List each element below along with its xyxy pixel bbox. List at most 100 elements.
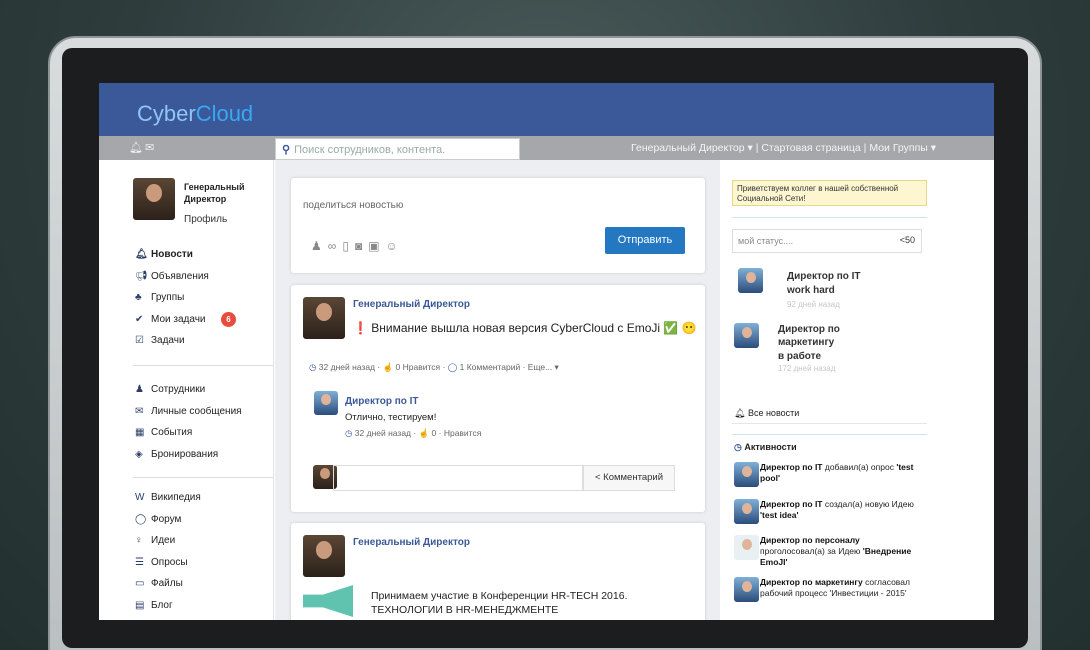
status-author[interactable]: Директор по маркетингу: [778, 323, 840, 349]
megaphone-icon: 📢︎: [135, 270, 148, 282]
menu-item-forum[interactable]: ◯ Форум: [135, 509, 201, 531]
more-dropdown[interactable]: Еще... ▾: [528, 362, 559, 372]
smiley-icon[interactable]: ☺: [386, 239, 404, 253]
status-time: 172 дней назад: [778, 364, 836, 373]
activity-avatar[interactable]: [734, 535, 759, 560]
megaphone-icon: [303, 585, 353, 617]
folder-icon: ▭: [135, 578, 145, 590]
menu-item-polls[interactable]: ☰ Опросы: [135, 552, 201, 574]
menu-item-tasks[interactable]: ☑ Задачи: [135, 330, 209, 352]
comment-input[interactable]: [333, 465, 583, 491]
comment-button[interactable]: < Комментарий: [583, 465, 675, 491]
bell-icon[interactable]: 🔔︎: [129, 141, 143, 154]
envelope-icon[interactable]: ✉: [145, 141, 154, 154]
news-feed: поделиться новостью ♟∞▯◙▣☺ Отправить Ген…: [275, 160, 720, 620]
activity-item[interactable]: Директор по IT добавил(а) опрос 'test po…: [760, 462, 920, 484]
menu-divider: [133, 477, 273, 478]
comment-author[interactable]: Директор по IT: [345, 396, 419, 407]
comment-text: Отлично, тестируем!: [345, 412, 437, 423]
file-icon: ▤: [135, 599, 145, 611]
menu-item-news[interactable]: 🔔︎ Новости: [135, 244, 209, 266]
user-icon[interactable]: ♟: [311, 239, 328, 253]
menu-item-blog[interactable]: ▤ Блог: [135, 595, 201, 617]
search-placeholder: Поиск сотрудников, контента.: [294, 144, 446, 156]
clock-icon: ◷: [345, 428, 353, 438]
status-avatar[interactable]: [734, 323, 759, 348]
top-navigation[interactable]: Генеральный Директор ▾ | Стартовая стран…: [631, 142, 936, 154]
bell-icon: 🔔︎: [734, 408, 746, 418]
menu-item-events[interactable]: ▦ События: [135, 422, 242, 444]
activity-avatar[interactable]: [734, 462, 759, 487]
post-author[interactable]: Генеральный Директор: [353, 537, 470, 548]
menu-group-main: 🔔︎ Новости 📢︎ Объявления ♣ Группы ✔ Мои зада…: [135, 244, 209, 352]
bell-icon: 🔔︎: [135, 249, 148, 261]
header: CyberCloud: [99, 83, 994, 136]
post-text: Принимаем участие в Конференции HR-TECH …: [371, 590, 628, 616]
welcome-notice: Приветствуем коллег в нашей собственной …: [732, 180, 927, 206]
comments-link[interactable]: 1 Комментарий: [460, 362, 521, 372]
menu-item-employees[interactable]: ♟ Сотрудники: [135, 379, 242, 401]
user-icon: ♟: [135, 384, 144, 396]
activity-avatar[interactable]: [734, 499, 759, 524]
activity-item[interactable]: Директор по IT создал(а) новую Идею 'tes…: [760, 499, 920, 521]
tag-icon: ◈: [135, 448, 143, 460]
sitemap-icon: ♣: [135, 292, 142, 304]
menu-item-files[interactable]: ▭ Файлы: [135, 573, 201, 595]
status-text: work hard: [787, 285, 835, 296]
post-author[interactable]: Генеральный Директор: [353, 299, 470, 310]
post-author-avatar[interactable]: [303, 297, 345, 339]
divider: [732, 423, 927, 424]
comment: Директор по IT Отлично, тестируем! ◷ 32 …: [303, 390, 695, 455]
bulb-icon: ♀: [135, 535, 143, 547]
share-input[interactable]: поделиться новостью: [303, 200, 403, 211]
comment-author-avatar[interactable]: [314, 391, 338, 415]
status-input[interactable]: мой статус.... <50: [732, 229, 922, 253]
activity-item[interactable]: Директор по маркетингу согласовал рабочи…: [760, 577, 920, 599]
menu-item-groups[interactable]: ♣ Группы: [135, 287, 209, 309]
post-meta: ◷ 32 дней назад · ☝ 0 Нравится · ◯ 1 Ком…: [309, 362, 559, 372]
file-icon[interactable]: ▯: [342, 239, 355, 253]
like-icon[interactable]: ☝: [419, 428, 430, 438]
right-sidebar: Приветствуем коллег в нашей собственной …: [720, 160, 994, 620]
clock-icon: ◷: [309, 362, 317, 372]
chat-icon: ◯: [135, 513, 147, 525]
profile-avatar[interactable]: [133, 178, 175, 220]
camera-icon[interactable]: ◙: [355, 239, 368, 253]
menu-item-bookings[interactable]: ◈ Бронирования: [135, 444, 242, 466]
status-avatar[interactable]: [738, 268, 763, 293]
activity-item[interactable]: Директор по персоналу проголосовал(а) за…: [760, 535, 920, 568]
attach-toolbar: ♟∞▯◙▣☺: [311, 239, 404, 253]
youtube-icon[interactable]: ▣: [368, 239, 385, 253]
comment-meta: ◷ 32 дней назад · ☝ 0 · Нравится: [345, 428, 482, 438]
check-icon: ✔: [135, 313, 144, 325]
post-card: Генеральный Директор Принимаем участие в…: [291, 523, 705, 620]
status-author[interactable]: Директор по IT: [787, 270, 861, 283]
status-char-count: <50: [899, 235, 915, 245]
activity-title: ◷ Активности: [734, 442, 797, 452]
search-input[interactable]: ⚲ Поиск сотрудников, контента.: [275, 138, 520, 160]
menu-group-company: ♟ Сотрудники ✉ Личные сообщения ▦ События ◈…: [135, 379, 242, 465]
comment-icon: ◯: [447, 362, 458, 372]
divider: [732, 434, 927, 435]
menu-group-knowledge: W Википедия ◯ Форум ♀ Идеи ☰ Опросы ▭ Файлы ▤…: [135, 487, 201, 616]
logo[interactable]: CyberCloud: [137, 101, 253, 127]
profile-link[interactable]: Профиль: [184, 214, 227, 225]
menu-item-ideas[interactable]: ♀ Идеи: [135, 530, 201, 552]
topbar: 🔔︎ ✉ ⚲ Поиск сотрудников, контента. Генер…: [99, 136, 994, 160]
calendar-icon: ▦: [135, 427, 145, 439]
all-news-link[interactable]: 🔔︎ Все новости: [734, 408, 799, 419]
list-icon: ☰: [135, 556, 144, 568]
profile-name[interactable]: Генеральный Директор: [184, 181, 264, 205]
tasks-count-badge: 6: [221, 312, 236, 327]
menu-item-my-tasks[interactable]: ✔ Мои задачи: [135, 309, 209, 331]
link-icon[interactable]: ∞: [328, 239, 343, 253]
activity-avatar[interactable]: [734, 577, 759, 602]
menu-item-announcements[interactable]: 📢︎ Объявления: [135, 266, 209, 288]
send-button[interactable]: Отправить: [605, 227, 685, 254]
like-link[interactable]: 0 Нравится: [396, 362, 441, 372]
like-icon[interactable]: ☝: [383, 362, 394, 372]
status-time: 92 дней назад: [787, 300, 840, 309]
post-author-avatar[interactable]: [303, 535, 345, 577]
menu-item-wiki[interactable]: W Википедия: [135, 487, 201, 509]
menu-item-messages[interactable]: ✉ Личные сообщения: [135, 401, 242, 423]
